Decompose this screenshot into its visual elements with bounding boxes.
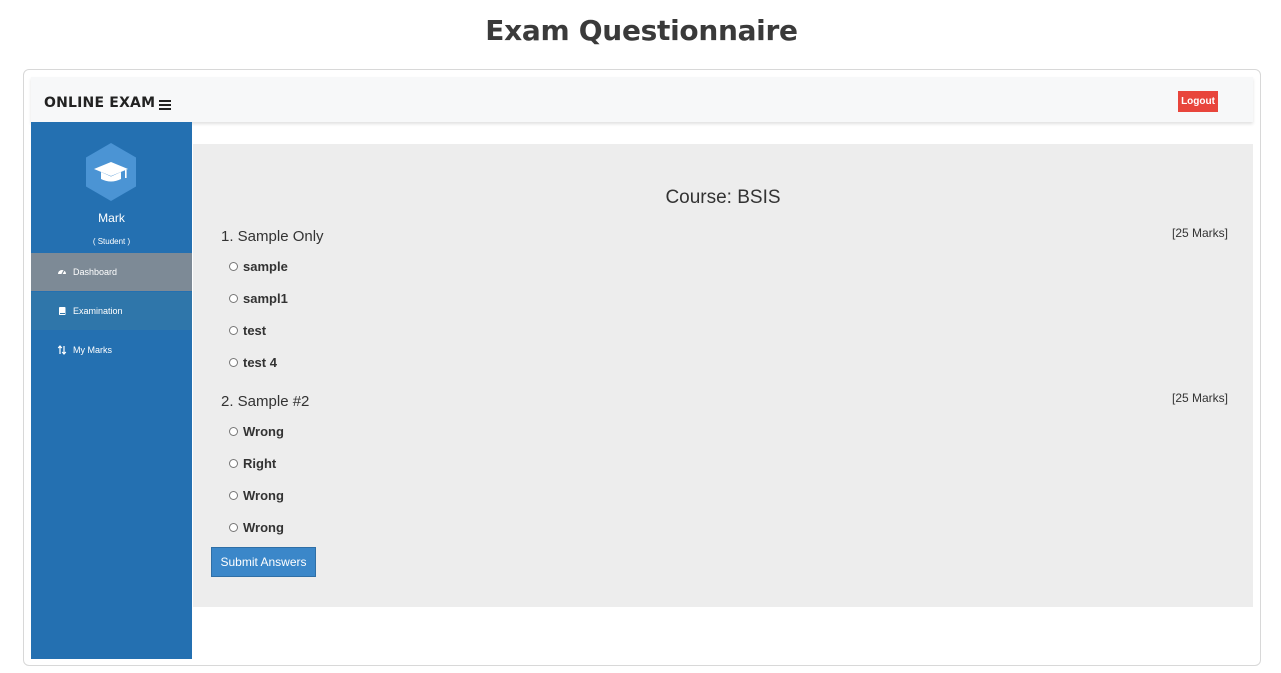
question-2-marks: [25 Marks] [1171, 391, 1228, 405]
dashboard-icon [58, 270, 66, 275]
option-q2-4[interactable]: Wrong [229, 520, 284, 535]
logout-button[interactable]: Logout [1178, 91, 1218, 112]
option-label: Wrong [243, 424, 284, 439]
option-q2-1[interactable]: Wrong [229, 424, 284, 439]
option-label: test 4 [243, 355, 277, 370]
sidebar-item-label: Examination [73, 306, 123, 316]
radio-button[interactable] [229, 491, 238, 500]
option-q2-2[interactable]: Right [229, 456, 276, 471]
radio-button[interactable] [229, 427, 238, 436]
question-1-text: 1. Sample Only [221, 228, 324, 245]
option-q1-4[interactable]: test 4 [229, 355, 277, 370]
question-2-text: 2. Sample #2 [221, 393, 310, 410]
option-q1-1[interactable]: sample [229, 259, 288, 274]
radio-button[interactable] [229, 326, 238, 335]
option-label: test [243, 323, 267, 338]
option-label: Wrong [243, 520, 284, 535]
option-q1-2[interactable]: sampl1 [229, 291, 288, 306]
option-q2-3[interactable]: Wrong [229, 488, 284, 503]
radio-button[interactable] [229, 523, 238, 532]
sidebar-item-dashboard[interactable]: Dashboard [31, 253, 192, 291]
top-navbar: ONLINE EXAM Logout [31, 77, 1253, 122]
option-label: sample [243, 259, 288, 274]
sidebar: Mark ( Student ) Dashboard Examination M… [31, 122, 192, 659]
hamburger-menu-icon[interactable] [159, 100, 171, 110]
page-title: Exam Questionnaire [485, 14, 798, 47]
radio-button[interactable] [229, 294, 238, 303]
option-label: sampl1 [243, 291, 288, 306]
course-title: Course: BSIS [665, 187, 781, 208]
brand-title: ONLINE EXAM [44, 95, 156, 111]
sidebar-item-examination[interactable]: Examination [31, 292, 192, 330]
option-label: Wrong [243, 488, 284, 503]
option-q1-3[interactable]: test [229, 323, 266, 338]
user-name: Mark [98, 211, 125, 225]
sidebar-item-label: My Marks [73, 345, 112, 355]
radio-button[interactable] [229, 262, 238, 271]
question-1-marks: [25 Marks] [1171, 226, 1228, 240]
book-icon [59, 307, 66, 315]
sidebar-item-label: Dashboard [73, 267, 118, 277]
submit-answers-button[interactable]: Submit Answers [211, 547, 316, 577]
sort-icon [57, 345, 67, 355]
graduation-cap-icon [86, 143, 136, 201]
exam-panel: Course: BSIS 1. Sample Only [25 Marks] s… [193, 144, 1253, 607]
radio-button[interactable] [229, 358, 238, 367]
option-label: Right [243, 456, 277, 471]
sidebar-item-my-marks[interactable]: My Marks [31, 331, 192, 369]
radio-button[interactable] [229, 459, 238, 468]
user-role: ( Student ) [92, 237, 131, 246]
